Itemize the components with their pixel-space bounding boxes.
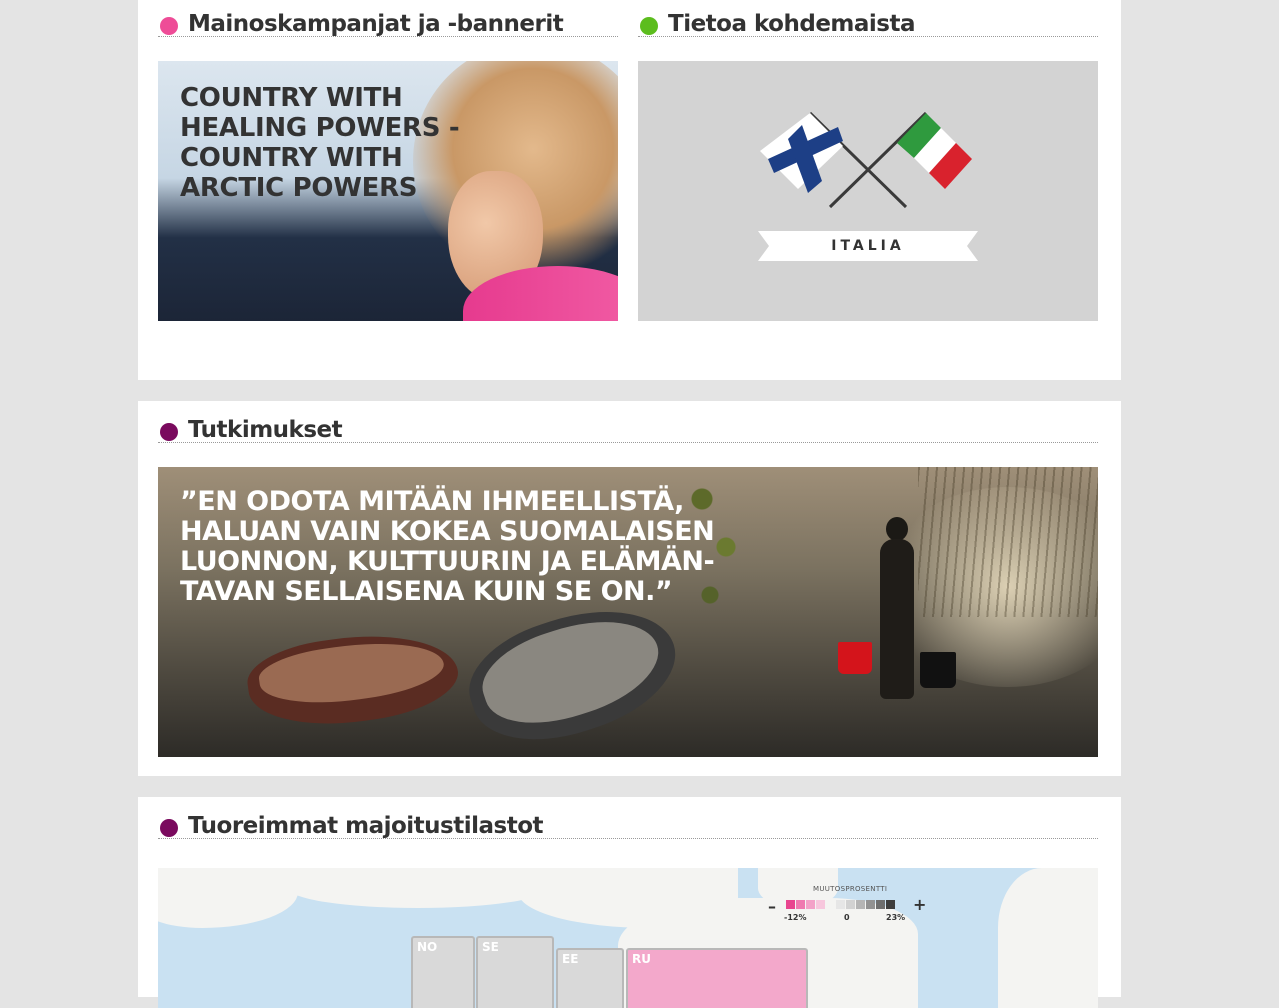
section-bullet-icon [640, 17, 658, 35]
quote-line: HALUAN VAIN KOKEA SUOMALAISEN [180, 516, 715, 547]
campaigns-section-header: Mainoskampanjat ja -bannerit [158, 6, 618, 37]
banner-headline-line: ARCTIC POWERS [180, 173, 418, 203]
region-ru[interactable]: RU [626, 948, 808, 1008]
legend-max-label: 23% [886, 913, 906, 922]
country-ribbon: ITALIA [758, 231, 978, 261]
country-card-italia[interactable]: ITALIA [638, 61, 1098, 321]
quote-line: LUONNON, KULTTUURIN JA ELÄMÄN- [180, 546, 715, 577]
research-section-header: Tutkimukset [158, 412, 1098, 443]
campaign-banner[interactable]: COUNTRY WITH HEALING POWERS - COUNTRY WI… [158, 61, 618, 321]
legend-swatch [846, 900, 855, 909]
section-bullet-icon [160, 17, 178, 35]
map-land [998, 868, 1098, 1008]
country-name-label: ITALIA [831, 238, 905, 254]
photo-black-bucket [920, 652, 956, 688]
legend-swatch [886, 900, 895, 909]
banner-headline-line: COUNTRY WITH [180, 143, 403, 173]
research-quote: ”EN ODOTA MITÄÄN IHMEELLISTÄ, HALUAN VAI… [180, 487, 760, 607]
legend-mid-label: 0 [844, 913, 850, 922]
research-panel: Tutkimukset ”EN ODOTA MITÄÄN IHMEELLISTÄ… [138, 401, 1121, 776]
photo-rowboat [243, 622, 463, 737]
map-land [158, 868, 298, 928]
banner-headline-line: COUNTRY WITH [180, 83, 403, 113]
photo-person-wading [878, 517, 918, 699]
legend-swatch [816, 900, 825, 909]
map-land [288, 868, 548, 908]
campaigns-destinations-panel: Mainoskampanjat ja -bannerit Tietoa kohd… [138, 0, 1121, 380]
region-code-label: SE [482, 940, 499, 954]
statistics-panel: Tuoreimmat majoitustilastot MUUTOSPROSEN… [138, 797, 1121, 1008]
section-bullet-icon [160, 423, 178, 441]
statistics-section-header: Tuoreimmat majoitustilastot [158, 808, 1098, 839]
legend-plus-icon: + [913, 895, 927, 914]
region-code-label: RU [632, 952, 651, 966]
photo-reeds [918, 467, 1098, 617]
crossed-flags-icon [760, 111, 972, 209]
accommodation-statistics-map[interactable]: MUUTOSPROSENTTI – + -12% 0 23% NO SE EE [158, 868, 1098, 1008]
quote-line: ”EN ODOTA MITÄÄN IHMEELLISTÄ, [180, 486, 684, 517]
destinations-section-title[interactable]: Tietoa kohdemaista [668, 11, 916, 37]
statistics-section-title[interactable]: Tuoreimmat majoitustilastot [188, 813, 544, 839]
finland-flag-icon [760, 113, 843, 193]
region-code-label: NO [417, 940, 438, 954]
legend-swatch [866, 900, 875, 909]
legend-minus-icon: – [768, 897, 776, 916]
legend-swatch [836, 900, 845, 909]
legend-title: MUUTOSPROSENTTI [813, 885, 888, 893]
research-feature-image[interactable]: ”EN ODOTA MITÄÄN IHMEELLISTÄ, HALUAN VAI… [158, 467, 1098, 757]
legend-swatch [796, 900, 805, 909]
legend-min-label: -12% [784, 913, 807, 922]
region-se[interactable]: SE [476, 936, 554, 1008]
photo-red-bucket [838, 642, 872, 674]
banner-headline: COUNTRY WITH HEALING POWERS - COUNTRY WI… [180, 83, 500, 203]
region-no[interactable]: NO [411, 936, 475, 1008]
campaigns-section-title[interactable]: Mainoskampanjat ja -bannerit [188, 11, 564, 37]
research-section-title[interactable]: Tutkimukset [188, 417, 343, 443]
region-code-label: EE [562, 952, 579, 966]
region-ee[interactable]: EE [556, 948, 624, 1008]
italy-flag-icon [897, 113, 972, 189]
legend-swatch [856, 900, 865, 909]
legend-swatch [876, 900, 885, 909]
destinations-section-header: Tietoa kohdemaista [638, 6, 1098, 37]
photo-rowboat [455, 587, 691, 757]
legend-swatch [786, 900, 795, 909]
change-percent-legend: MUUTOSPROSENTTI – + -12% 0 23% [768, 883, 928, 928]
quote-line: TAVAN SELLAISENA KUIN SE ON.” [180, 576, 673, 607]
legend-swatch [806, 900, 815, 909]
banner-headline-line: HEALING POWERS - [180, 113, 460, 143]
section-bullet-icon [160, 819, 178, 837]
